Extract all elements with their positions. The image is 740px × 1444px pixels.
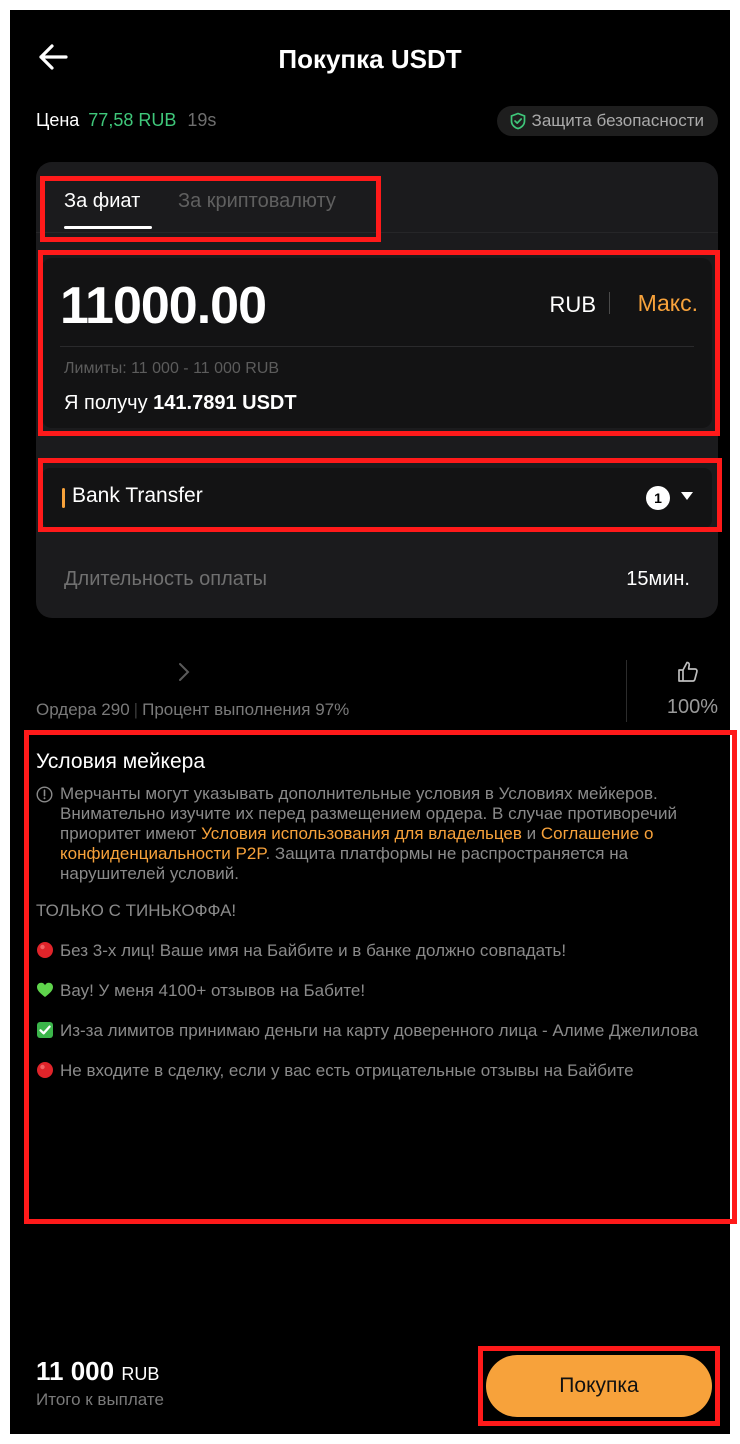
shield-check-icon — [510, 112, 525, 130]
receive-prefix: Я получу — [64, 392, 148, 414]
stats-divider — [626, 660, 627, 722]
terms-line: Вау! У меня 4100+ отзывов на Бабите! — [36, 978, 718, 1004]
receive-value: 141.7891 USDT — [153, 392, 297, 414]
red-circle-icon — [37, 1062, 53, 1078]
limits-text: Лимиты: 11 000 - 11 000 RUB — [64, 360, 280, 377]
payment-duration-value: 15мин. — [626, 568, 690, 590]
bottom-bar: 11 000 RUB Итого к выплате Покупка — [10, 1350, 730, 1434]
green-heart-icon — [37, 982, 53, 997]
positive-rating: 100% — [666, 696, 718, 718]
amount-input[interactable]: 11000.00 — [60, 276, 267, 336]
merchant-info[interactable]: Ордера 290 | Процент выполнения 97% 100% — [36, 658, 718, 728]
maker-terms: Условия мейкера Мерчанты могут указывать… — [36, 750, 718, 1084]
terms-line-text: Без 3-х лиц! Ваше имя на Байбите и в бан… — [60, 941, 567, 960]
header: Покупка USDT — [10, 38, 730, 82]
tabs-divider — [36, 232, 718, 233]
notice-and: и — [526, 824, 537, 843]
red-circle-icon — [37, 942, 53, 958]
total-label: Итого к выплате — [36, 1390, 164, 1409]
terms-line: ТОЛЬКО С ТИНЬКОФФА! — [36, 901, 237, 920]
total-amount: 11 000 RUB — [36, 1356, 159, 1387]
page-title: Покупка USDT — [278, 44, 462, 74]
buy-button[interactable]: Покупка — [486, 1355, 712, 1417]
terms-line: Из-за лимитов принимаю деньги на карту д… — [36, 1018, 718, 1044]
payment-count-badge: 1 — [646, 486, 670, 510]
merchant-stats: Ордера 290 | Процент выполнения 97% — [36, 700, 349, 720]
thumbs-up-icon — [678, 661, 698, 682]
currency-label: RUB — [549, 292, 596, 317]
tab-fiat[interactable]: За фиат — [64, 190, 140, 213]
terms-line: Не входите в сделку, если у вас есть отр… — [36, 1058, 718, 1084]
receive-text: Я получу 141.7891 USDT — [64, 392, 297, 415]
terms-line-text: Не входите в сделку, если у вас есть отр… — [60, 1061, 634, 1080]
terms-of-use-link[interactable]: Условия использования для владельцев — [201, 824, 522, 843]
max-button[interactable]: Макс. — [638, 290, 698, 317]
price-timer: 19s — [187, 110, 217, 130]
amount-divider — [60, 346, 694, 347]
terms-line-text: Вау! У меня 4100+ отзывов на Бабите! — [60, 981, 366, 1000]
terms-line-text: Из-за лимитов принимаю деньги на карту д… — [60, 1021, 699, 1040]
caret-down-icon — [681, 492, 693, 500]
total-value: 11 000 — [36, 1356, 115, 1386]
security-badge[interactable]: Защита безопасности — [496, 106, 718, 136]
payment-duration-label: Длительность оплаты — [64, 568, 268, 590]
price-value: 77,58 RUB — [88, 110, 177, 130]
order-card: За фиат За криптовалюту 11000.00 RUB Мак… — [36, 162, 718, 618]
stats-separator: | — [133, 700, 139, 719]
price-label: Цена — [36, 110, 80, 130]
payment-accent-bar — [62, 488, 65, 508]
security-label: Защита безопасности — [531, 111, 704, 130]
payment-method-label: Bank Transfer — [72, 484, 203, 507]
currency-divider — [609, 292, 610, 314]
price-row: Цена 77,58 RUB 19s — [36, 110, 216, 131]
total-currency: RUB — [121, 1364, 160, 1384]
completion-rate: Процент выполнения 97% — [142, 700, 350, 719]
terms-line: Без 3-х лиц! Ваше имя на Байбите и в бан… — [36, 938, 718, 964]
terms-notice: Мерчанты могут указывать дополнительные … — [36, 784, 718, 884]
phone-screen: Покупка USDT Цена 77,58 RUB 19s Защита б… — [10, 10, 730, 1434]
orders-count: Ордера 290 — [36, 700, 130, 719]
active-tab-indicator — [64, 226, 152, 229]
check-box-icon — [37, 1022, 53, 1038]
info-circle-icon — [36, 786, 53, 803]
terms-title: Условия мейкера — [36, 750, 206, 773]
amount-input-box[interactable]: 11000.00 RUB Макс. Лимиты: 11 000 - 11 0… — [42, 258, 712, 428]
payment-method-select[interactable]: Bank Transfer 1 — [42, 468, 712, 528]
tab-crypto[interactable]: За криптовалюту — [178, 190, 336, 213]
chevron-right-icon — [179, 663, 190, 681]
